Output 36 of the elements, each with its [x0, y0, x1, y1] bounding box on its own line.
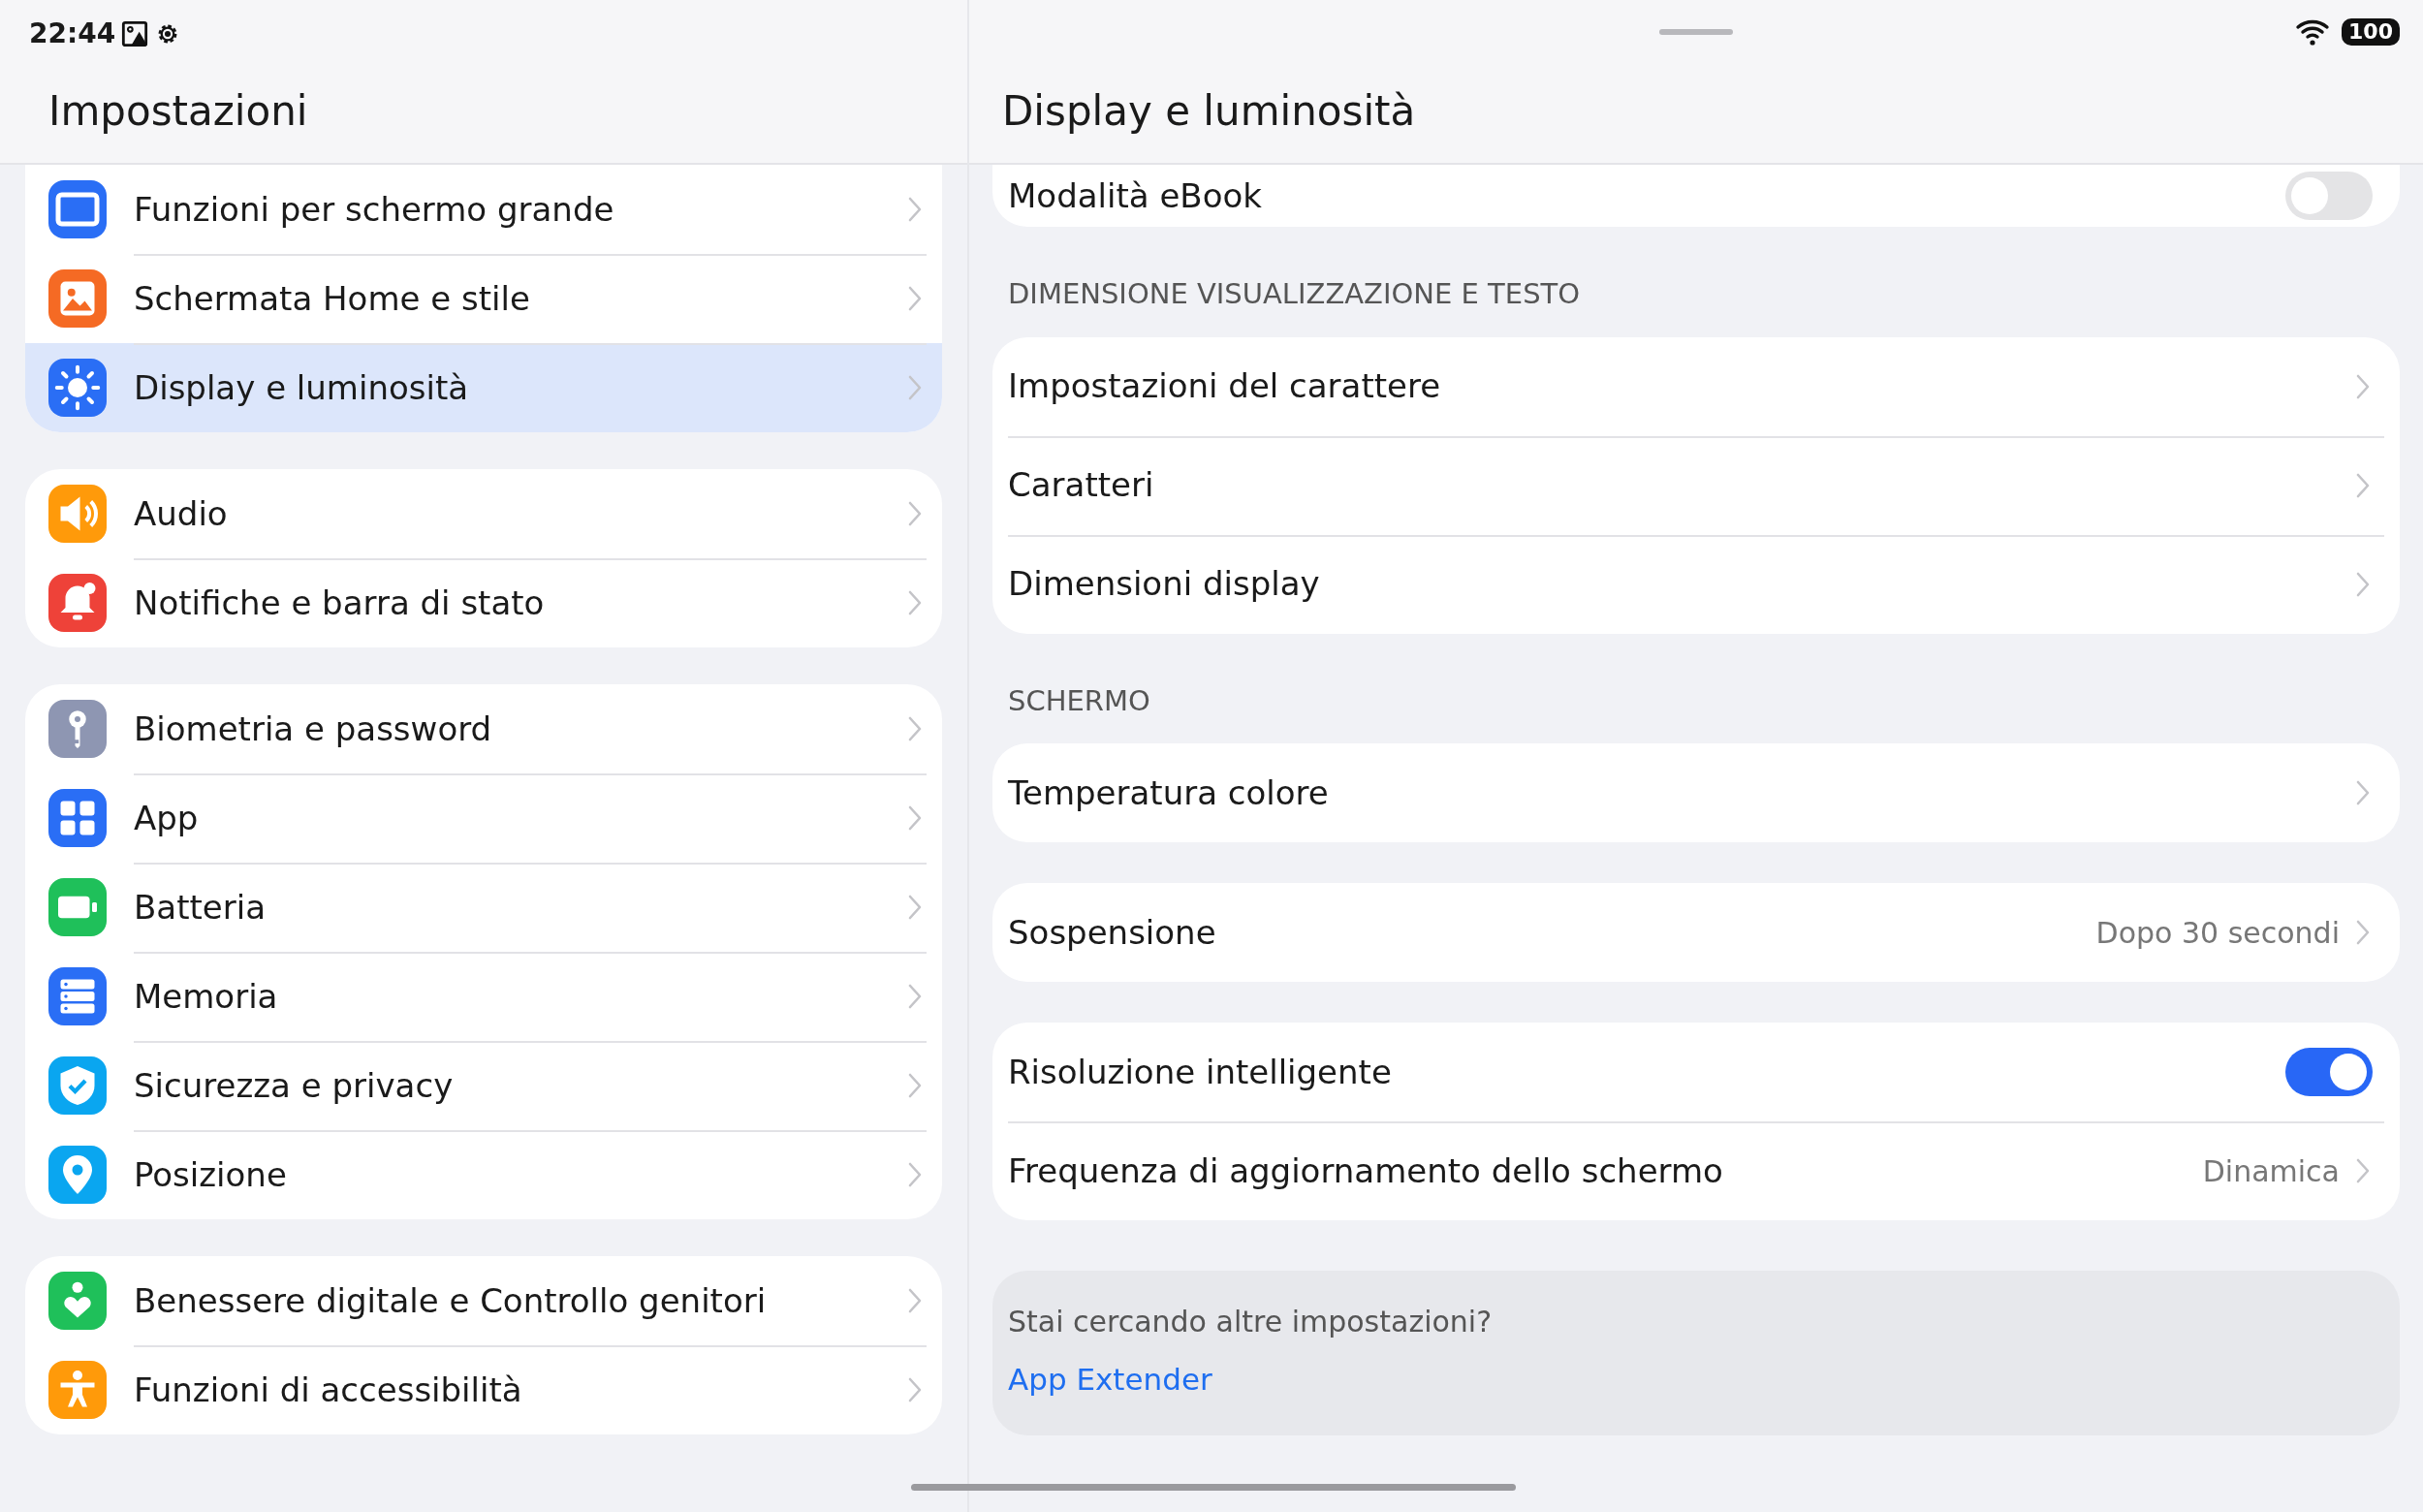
section-header: SCHERMO: [1008, 682, 1151, 719]
settings-item[interactable]: Sospensione Dopo 30 secondi: [992, 883, 2400, 982]
settings-item[interactable]: App: [25, 773, 942, 863]
settings-item[interactable]: Memoria: [25, 952, 942, 1041]
image-warning-icon: [121, 20, 149, 47]
suggestion-text: Stai cercando altre impostazioni?: [1008, 1304, 1493, 1340]
settings-item[interactable]: Funzioni di accessibilità: [25, 1345, 942, 1434]
page-title: Display e luminosità: [1002, 86, 1417, 137]
settings-item[interactable]: Sicurezza e privacy: [25, 1041, 942, 1130]
settings-item[interactable]: Audio: [25, 469, 942, 558]
clock-time: 22:44: [29, 16, 116, 51]
settings-item[interactable]: Schermata Home e stile: [25, 254, 942, 343]
settings-item[interactable]: Biometria e password: [25, 684, 942, 773]
settings-item[interactable]: Benessere digitale e Controllo genitori: [25, 1256, 942, 1345]
settings-item[interactable]: Funzioni per schermo grande: [25, 165, 942, 254]
home-indicator[interactable]: [911, 1484, 1516, 1491]
settings-item[interactable]: Posizione: [25, 1130, 942, 1219]
settings-item[interactable]: Temperatura colore: [992, 743, 2400, 842]
settings-item[interactable]: Display e luminosità: [25, 343, 942, 432]
battery-indicator: 100: [2342, 17, 2400, 47]
toggle-switch[interactable]: [2285, 172, 2373, 220]
settings-item[interactable]: Frequenza di aggiornamento dello schermo Dinamica: [992, 1121, 2400, 1220]
section-header: DIMENSIONE VISUALIZZAZIONE E TESTO: [1008, 276, 1582, 312]
setting-value: Dinamica: [2202, 1152, 2340, 1190]
settings-item[interactable]: Risoluzione intelligente: [992, 1023, 2400, 1121]
settings-item[interactable]: Batteria: [25, 863, 942, 952]
settings-item[interactable]: Caratteri: [992, 435, 2400, 535]
setting-value: Dopo 30 secondi: [2095, 914, 2340, 952]
app-extender-link[interactable]: App Extender: [1008, 1357, 1212, 1402]
settings-item[interactable]: Impostazioni del carattere: [992, 336, 2400, 436]
page-title: Impostazioni: [48, 86, 309, 137]
settings-item[interactable]: Modalità eBook: [992, 165, 2400, 227]
toggle-switch[interactable]: [2285, 1048, 2373, 1096]
settings-item[interactable]: Notifiche e barra di stato: [25, 558, 942, 647]
settings-item[interactable]: Dimensioni display: [992, 534, 2400, 634]
drag-handle[interactable]: [1659, 29, 1733, 35]
